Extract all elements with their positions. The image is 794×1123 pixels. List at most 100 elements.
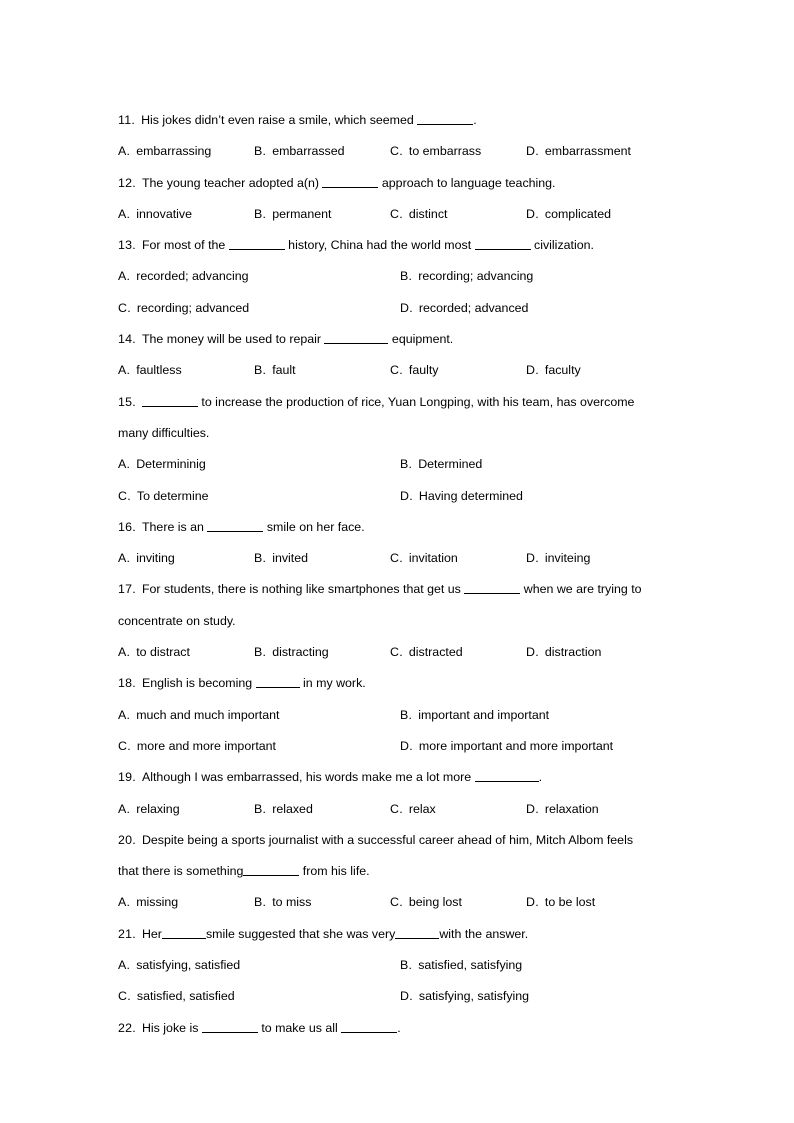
option-letter: B. bbox=[254, 363, 267, 378]
option-text: more important and more important bbox=[418, 738, 614, 753]
question-number: 12. bbox=[118, 175, 136, 190]
option-letter: B. bbox=[400, 269, 413, 284]
option-letter: A. bbox=[118, 645, 131, 660]
question-stem: 11. His jokes didn’t even raise a smile, … bbox=[118, 105, 676, 136]
option-letter: A. bbox=[118, 269, 131, 284]
option-text: to miss bbox=[272, 895, 312, 910]
option-letter: A. bbox=[118, 144, 131, 159]
answer-option[interactable]: D. embarrassment bbox=[526, 136, 631, 167]
answer-option[interactable]: A. innovative bbox=[118, 199, 254, 230]
option-row: C. satisfied, satisfied D. satisfying, sati… bbox=[118, 981, 676, 1012]
option-text: satisfied, satisfied bbox=[136, 989, 235, 1004]
option-row: C. recording; advanced D. recorded; advance… bbox=[118, 293, 676, 324]
question-stem-text: His joke is to make us all . bbox=[141, 1020, 401, 1035]
answer-option[interactable]: A. embarrassing bbox=[118, 136, 254, 167]
question-stem-text: For most of the history, China had the w… bbox=[141, 238, 594, 253]
question-stem-text: The money will be used to repair equipme… bbox=[141, 332, 454, 347]
option-letter: D. bbox=[400, 738, 413, 753]
answer-blank bbox=[464, 582, 521, 595]
option-text: much and much important bbox=[136, 707, 280, 722]
answer-option[interactable]: A. faultless bbox=[118, 355, 254, 386]
option-text: invitation bbox=[408, 551, 458, 566]
answer-option[interactable]: B. important and important bbox=[400, 700, 549, 731]
answer-option[interactable]: C. distinct bbox=[390, 199, 526, 230]
option-letter: A. bbox=[118, 958, 131, 973]
question-block: 21. Her smile suggested that she was very w… bbox=[118, 919, 676, 1013]
question-number: 22. bbox=[118, 1020, 136, 1035]
question-stem: 22. His joke is to make us all . bbox=[118, 1013, 676, 1044]
option-letter: D. bbox=[526, 363, 539, 378]
answer-option[interactable]: A. to distract bbox=[118, 637, 254, 668]
answer-option[interactable]: C. relax bbox=[390, 794, 526, 825]
answer-option[interactable]: B. embarrassed bbox=[254, 136, 390, 167]
answer-option[interactable]: D. to be lost bbox=[526, 887, 595, 918]
question-stem-continuation: many difficulties. bbox=[118, 425, 210, 440]
option-text: to be lost bbox=[544, 895, 596, 910]
answer-option[interactable]: D. more important and more important bbox=[400, 731, 613, 762]
answer-option[interactable]: B. invited bbox=[254, 543, 390, 574]
option-letter: D. bbox=[400, 989, 413, 1004]
answer-option[interactable]: D. satisfying, satisfying bbox=[400, 981, 529, 1012]
answer-option[interactable]: B. satisfied, satisfying bbox=[400, 950, 522, 981]
answer-option[interactable]: C. invitation bbox=[390, 543, 526, 574]
answer-option[interactable]: D. Having determined bbox=[400, 481, 523, 512]
question-block: 11. His jokes didn’t even raise a smile, … bbox=[118, 105, 676, 168]
answer-option[interactable]: C. being lost bbox=[390, 887, 526, 918]
question-block: 13. For most of the history, China had th… bbox=[118, 230, 676, 324]
answer-blank bbox=[243, 864, 300, 877]
answer-option[interactable]: C. To determine bbox=[118, 481, 400, 512]
answer-option[interactable]: C. distracted bbox=[390, 637, 526, 668]
option-text: recording; advancing bbox=[418, 269, 534, 284]
answer-option[interactable]: B. relaxed bbox=[254, 794, 390, 825]
question-stem-text: There is an smile on her face. bbox=[141, 519, 365, 534]
option-text: innovative bbox=[136, 206, 192, 221]
answer-option[interactable]: A. relaxing bbox=[118, 794, 254, 825]
answer-option[interactable]: A. much and much important bbox=[118, 700, 400, 731]
answer-option[interactable]: C. to embarrass bbox=[390, 136, 526, 167]
option-row: A. satisfying, satisfied B. satisfied, sati… bbox=[118, 950, 676, 981]
answer-option[interactable]: C. more and more important bbox=[118, 731, 400, 762]
option-row: A. embarrassing B. embarrassed C. to embarras… bbox=[118, 136, 676, 167]
answer-option[interactable]: D. complicated bbox=[526, 199, 611, 230]
answer-option[interactable]: D. inviteing bbox=[526, 543, 590, 574]
option-letter: D. bbox=[400, 300, 413, 315]
answer-option[interactable]: B. distracting bbox=[254, 637, 390, 668]
question-stem: 15. to increase the production of rice, … bbox=[118, 387, 676, 418]
question-block: 20. Despite being a sports journalist wit… bbox=[118, 825, 676, 919]
answer-option[interactable]: B. recording; advancing bbox=[400, 261, 533, 292]
option-text: to distract bbox=[136, 645, 190, 660]
answer-option[interactable]: D. recorded; advanced bbox=[400, 293, 528, 324]
question-number: 16. bbox=[118, 519, 136, 534]
answer-option[interactable]: B. fault bbox=[254, 355, 390, 386]
question-number: 19. bbox=[118, 770, 136, 785]
option-letter: B. bbox=[400, 707, 413, 722]
option-text: recorded; advancing bbox=[136, 269, 249, 284]
option-letter: D. bbox=[400, 488, 413, 503]
answer-option[interactable]: A. recorded; advancing bbox=[118, 261, 400, 292]
option-text: more and more important bbox=[136, 738, 277, 753]
answer-blank bbox=[228, 238, 285, 251]
answer-option[interactable]: D. relaxation bbox=[526, 794, 599, 825]
answer-option[interactable]: A. inviting bbox=[118, 543, 254, 574]
option-letter: B. bbox=[254, 895, 267, 910]
answer-option[interactable]: C. recording; advanced bbox=[118, 293, 400, 324]
option-letter: C. bbox=[390, 551, 403, 566]
answer-blank bbox=[474, 770, 539, 783]
option-letter: A. bbox=[118, 707, 131, 722]
answer-option[interactable]: A. Determininig bbox=[118, 449, 400, 480]
answer-option[interactable]: A. missing bbox=[118, 887, 254, 918]
answer-option[interactable]: B. to miss bbox=[254, 887, 390, 918]
option-letter: D. bbox=[526, 801, 539, 816]
answer-option[interactable]: C. faulty bbox=[390, 355, 526, 386]
answer-option[interactable]: B. Determined bbox=[400, 449, 482, 480]
answer-option[interactable]: B. permanent bbox=[254, 199, 390, 230]
answer-option[interactable]: D. distraction bbox=[526, 637, 601, 668]
answer-option[interactable]: D. faculty bbox=[526, 355, 581, 386]
option-text: important and important bbox=[418, 707, 550, 722]
option-letter: A. bbox=[118, 457, 131, 472]
answer-option[interactable]: A. satisfying, satisfied bbox=[118, 950, 400, 981]
option-letter: B. bbox=[254, 144, 267, 159]
option-letter: D. bbox=[526, 895, 539, 910]
option-letter: C. bbox=[118, 738, 131, 753]
answer-option[interactable]: C. satisfied, satisfied bbox=[118, 981, 400, 1012]
